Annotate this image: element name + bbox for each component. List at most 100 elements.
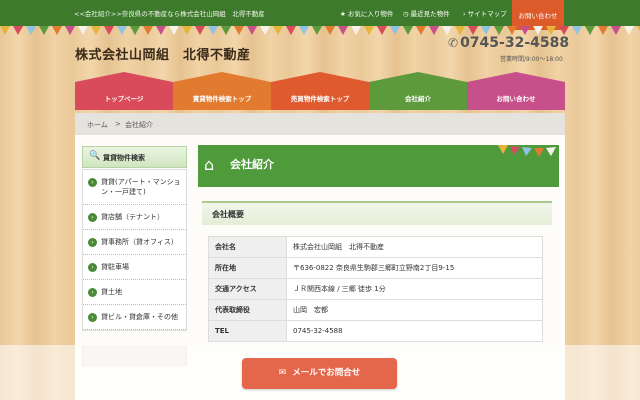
nav-item-sale-search[interactable]: 売買物件検索トップ: [271, 72, 369, 110]
bunting-flag: [338, 26, 348, 35]
star-icon: ★: [340, 10, 346, 18]
main-nav: トップページ 賃貸物件検索トップ 売買物件検索トップ 会社紹介 お問い合わせ: [75, 72, 565, 110]
bunting-flag: [104, 26, 114, 35]
nav-house-shape: [467, 72, 565, 110]
table-value: 山岡 宏都: [286, 299, 543, 321]
table-row: 交通アクセス ＪＲ関西本線 / 三郷 徒歩 1分: [208, 278, 543, 300]
sidebar-item-label: 貸駐車場: [101, 263, 129, 271]
breadcrumb-current: 会社紹介: [125, 121, 153, 129]
bunting-flag: [52, 26, 62, 35]
bunting-flag: [0, 26, 10, 35]
bunting-flag: [117, 26, 127, 35]
bunting-flag: [481, 26, 491, 35]
bunting-flag: [156, 26, 166, 35]
bunting-flag: [13, 26, 23, 35]
nav-item-rent-search[interactable]: 賃貸物件検索トップ: [173, 72, 271, 110]
breadcrumb: ホーム > 会社紹介: [75, 113, 565, 135]
banner-bunting-decoration: [498, 145, 556, 157]
bunting-flag: [312, 26, 322, 35]
site-tagline: <<会社紹介>>奈良県の不動産なら株式会社山岡組 北得不動産: [74, 10, 265, 18]
sidebar-item-shop[interactable]: › 貸店舗（テナント）: [83, 205, 186, 230]
site-title[interactable]: 株式会社山岡組 北得不動産: [75, 44, 251, 63]
sidebar-heading-label: 賃貸物件検索: [103, 154, 145, 162]
house-icon: ⌂: [204, 155, 215, 174]
nav-house-shape: [75, 72, 173, 110]
table-key: 所在地: [208, 257, 287, 279]
favorites-link[interactable]: ★ お気に入り物件: [340, 8, 393, 18]
bunting-flag: [572, 26, 582, 35]
sidebar-item-label: 貸ビル・貸倉庫・その他: [101, 313, 178, 321]
arrow-right-icon: ›: [88, 313, 97, 322]
bunting-flag: [377, 26, 387, 35]
search-icon: 🔍: [89, 151, 101, 161]
bunting-flag: [273, 26, 283, 35]
bunting-flag: [598, 26, 608, 35]
nav-item-top[interactable]: トップページ: [75, 72, 173, 110]
bunting-flag: [390, 26, 400, 35]
bunting-flag: [325, 26, 335, 35]
bunting-flag: [494, 26, 504, 35]
bunting-flag: [169, 26, 179, 35]
bunting-flag: [416, 26, 426, 35]
bunting-flag: [65, 26, 75, 35]
favorites-label: お気に入り物件: [347, 10, 394, 18]
breadcrumb-separator: >: [115, 120, 121, 128]
sidebar-item-land[interactable]: › 貸土地: [83, 280, 186, 305]
table-value: 0745-32-4588: [286, 320, 543, 342]
bunting-flag: [403, 26, 413, 35]
sidebar-item-label: 貸店舗（テナント）: [101, 213, 164, 221]
bunting-flag: [78, 26, 88, 35]
chevron-right-icon: ›: [463, 10, 466, 18]
bunting-flag: [130, 26, 140, 35]
nav-house-shape: [369, 72, 467, 110]
recent-link[interactable]: ◷ 最近見た物件: [403, 8, 450, 18]
sitemap-label: サイトマップ: [467, 10, 507, 18]
bunting-flag: [39, 26, 49, 35]
breadcrumb-home-link[interactable]: ホーム: [87, 120, 108, 130]
phone-number: ✆ 0745-32-4588: [448, 35, 569, 51]
mail-contact-button[interactable]: ✉ メールでお問合せ: [242, 358, 397, 389]
bunting-flag: [468, 26, 478, 35]
bunting-flag: [559, 26, 569, 35]
arrow-right-icon: ›: [88, 178, 97, 187]
sidebar-item-parking[interactable]: › 貸駐車場: [83, 255, 186, 280]
page-banner: ⌂ 会社紹介: [198, 145, 559, 187]
clock-icon: ◷: [403, 10, 409, 18]
table-row: 所在地 〒636-0822 奈良県生駒郡三郷町立野南2丁目9-15: [208, 257, 543, 279]
table-value: ＪＲ関西本線 / 三郷 徒歩 1分: [286, 278, 543, 300]
nav-item-contact[interactable]: お問い合わせ: [467, 72, 565, 110]
bunting-flag: [208, 26, 218, 35]
table-key: 会社名: [208, 236, 287, 258]
table-key: 代表取締役: [208, 299, 287, 321]
nav-item-company[interactable]: 会社紹介: [369, 72, 467, 110]
sidebar-item-other[interactable]: › 貸ビル・貸倉庫・その他: [83, 305, 186, 330]
nav-house-shape: [271, 72, 369, 110]
page-title: 会社紹介: [230, 158, 274, 171]
bunting-flag: [520, 26, 530, 35]
arrow-right-icon: ›: [88, 288, 97, 297]
phone-text: 0745-32-4588: [460, 35, 570, 51]
arrow-right-icon: ›: [88, 263, 97, 272]
sidebar-item-label: 貸事務所（貸オフィス）: [101, 238, 178, 246]
sitemap-link[interactable]: › サイトマップ: [463, 8, 507, 18]
sidebar-item-label: 貸土地: [101, 288, 122, 296]
bunting-flag: [546, 26, 556, 35]
nav-label: 会社紹介: [405, 95, 431, 103]
sidebar-list: › 貸貸(アパート・マンション・一戸建て) › 貸店舗（テナント） › 貸事務所（貸オ…: [82, 169, 187, 331]
nav-label: 売買物件検索トップ: [290, 95, 350, 103]
sidebar-item-apartment[interactable]: › 貸貸(アパート・マンション・一戸建て): [83, 170, 186, 205]
table-value: 株式会社山岡組 北得不動産: [286, 236, 543, 258]
company-info-table: 会社名 株式会社山岡組 北得不動産 所在地 〒636-0822 奈良県生駒郡三郷町立…: [208, 236, 543, 342]
arrow-right-icon: ›: [88, 238, 97, 247]
bunting-flag: [351, 26, 361, 35]
table-value: 〒636-0822 奈良県生駒郡三郷町立野南2丁目9-15: [286, 257, 543, 279]
bunting-flag: [91, 26, 101, 35]
bunting-flag: [429, 26, 439, 35]
bunting-flag: [260, 26, 270, 35]
sidebar-item-office[interactable]: › 貸事務所（貸オフィス）: [83, 230, 186, 255]
bunting-flag: [455, 26, 465, 35]
bunting-flag: [221, 26, 231, 35]
bunting-flag: [143, 26, 153, 35]
phone-icon: ✆: [448, 36, 459, 50]
bunting-flag: [585, 26, 595, 35]
